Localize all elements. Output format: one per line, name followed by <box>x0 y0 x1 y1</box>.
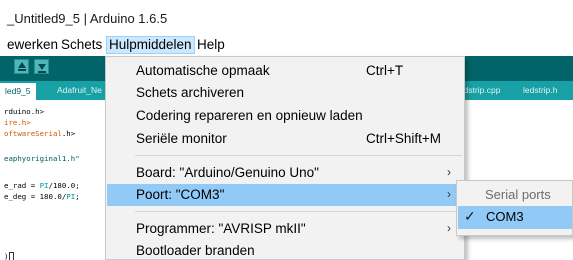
port-option-com3[interactable]: ✓ COM3 <box>458 206 572 229</box>
menu-tools[interactable]: Hulpmiddelen <box>106 36 195 54</box>
code-line: rduino.h> <box>4 107 45 116</box>
menu-sketch[interactable]: Schets <box>61 37 102 55</box>
window-title: _Untitled9_5 | Arduino 1.6.5 <box>7 11 168 26</box>
menu-item-programmer[interactable]: Programmer: "AVRISP mkII" › <box>107 218 463 240</box>
arrow-up-icon <box>18 62 26 68</box>
menu-item-port[interactable]: Poort: "COM3" › <box>107 184 463 206</box>
menu-separator <box>135 155 462 156</box>
checkmark-icon: ✓ <box>464 208 476 224</box>
code-line: e_rad = PI/180.0; <box>4 181 80 190</box>
chevron-right-icon: › <box>447 187 451 201</box>
tools-menu: Automatische opmaak Ctrl+T Schets archiv… <box>105 56 465 260</box>
menu-item-serial-monitor[interactable]: Seriële monitor Ctrl+Shift+M <box>107 128 463 150</box>
menu-item-board[interactable]: Board: "Arduino/Genuino Uno" › <box>107 162 463 184</box>
save-button[interactable] <box>34 59 49 74</box>
chevron-right-icon: › <box>447 221 451 235</box>
code-line: ire.h> <box>4 118 31 127</box>
menu-separator <box>135 211 462 212</box>
title-bar: _Untitled9_5 | Arduino 1.6.5 <box>0 0 573 34</box>
menu-help[interactable]: Help <box>197 37 225 55</box>
menu-item-burn-bootloader[interactable]: Bootloader branden <box>107 240 463 260</box>
menu-item-fix-encoding[interactable]: Codering repareren en opnieuw laden <box>107 105 463 127</box>
menu-bar: ewerken Schets Hulpmiddelen Help <box>0 34 573 56</box>
submenu-header: Serial ports <box>485 187 551 202</box>
menu-item-auto-format[interactable]: Automatische opmaak Ctrl+T <box>107 60 463 82</box>
menu-item-archive-sketch[interactable]: Schets archiveren <box>107 82 463 104</box>
open-button[interactable] <box>14 59 29 74</box>
port-submenu: Serial ports ✓ COM3 <box>456 180 573 236</box>
code-line: ) <box>4 252 15 260</box>
code-line: eaphyoriginal1.h" <box>4 154 80 163</box>
text-caret <box>9 252 15 260</box>
arrow-down-icon <box>38 64 46 70</box>
chevron-right-icon: › <box>447 165 451 179</box>
code-line: e_deg = 180.0/PI; <box>4 192 80 201</box>
tab-ledstrip-h[interactable]: ledstrip.h <box>518 83 563 100</box>
tab-led9-5[interactable]: led9_5 <box>0 83 36 100</box>
tab-adafruit-ne[interactable]: Adafruit_Ne <box>52 83 107 100</box>
code-line: oftwareSerial.h> <box>4 129 76 138</box>
menu-edit[interactable]: ewerken <box>7 37 58 55</box>
